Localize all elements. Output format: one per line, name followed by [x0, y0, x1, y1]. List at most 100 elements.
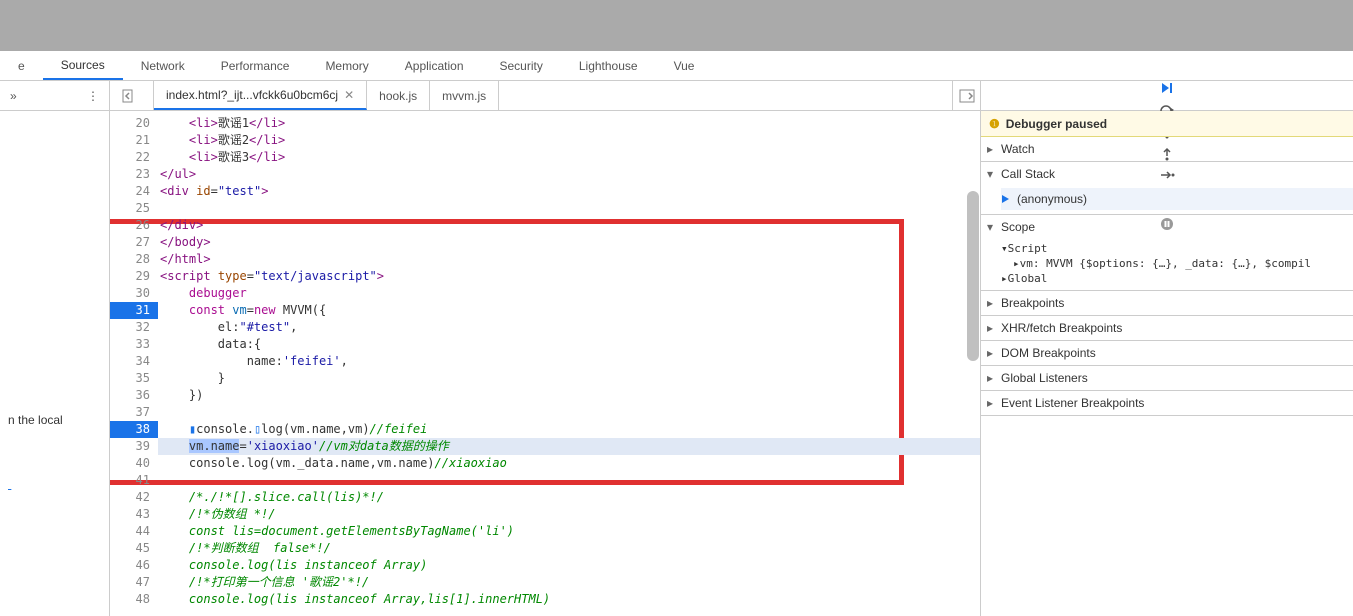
code-line[interactable]: </body> [158, 234, 980, 251]
code-line[interactable]: debugger [158, 285, 980, 302]
code-line[interactable]: } [158, 370, 980, 387]
code-line[interactable]: console.log(lis instanceof Array) [158, 557, 980, 574]
scope-vm-row[interactable]: ▸vm: MVVM {$options: {…}, _data: {…}, $c… [1001, 256, 1353, 271]
line-number[interactable]: 47 [110, 574, 158, 591]
line-number[interactable]: 25 [110, 200, 158, 217]
navigator-gutter: n the local [0, 111, 110, 616]
scope-global-header[interactable]: ▸Global [1001, 271, 1353, 286]
line-number[interactable]: 29 [110, 268, 158, 285]
more-icon[interactable]: ⋮ [87, 89, 99, 103]
current-frame-icon [1001, 194, 1011, 204]
line-number[interactable]: 36 [110, 387, 158, 404]
editor-tab-label: index.html?_ijt...vfckk6u0bcm6cj [166, 88, 338, 102]
line-number[interactable]: 30 [110, 285, 158, 302]
code-line[interactable] [158, 472, 980, 489]
line-number[interactable]: 35 [110, 370, 158, 387]
code-line[interactable]: console.log(vm._data.name,vm.name)//xiao… [158, 455, 980, 472]
code-line[interactable]: <div id="test"> [158, 183, 980, 200]
line-number[interactable]: 27 [110, 234, 158, 251]
devtools-panel-tabs: eSourcesNetworkPerformanceMemoryApplicat… [0, 51, 1353, 81]
call-frame[interactable]: (anonymous) [1001, 188, 1353, 210]
frame-name: (anonymous) [1017, 192, 1087, 206]
panel-tab-application[interactable]: Application [387, 51, 482, 80]
line-number[interactable]: 22 [110, 149, 158, 166]
line-number[interactable]: 40 [110, 455, 158, 472]
navigator-link[interactable] [8, 477, 101, 491]
line-number[interactable]: 46 [110, 557, 158, 574]
code-line[interactable]: <li>歌谣1</li> [158, 115, 980, 132]
dom-breakpoints-header[interactable]: ▸DOM Breakpoints [981, 341, 1353, 365]
code-line[interactable]: </div> [158, 217, 980, 234]
line-number[interactable]: 37 [110, 404, 158, 421]
code-line[interactable]: const vm=new MVVM({ [158, 302, 980, 319]
code-line[interactable]: <li>歌谣2</li> [158, 132, 980, 149]
line-number[interactable]: 43 [110, 506, 158, 523]
line-number[interactable]: 42 [110, 489, 158, 506]
global-listeners-label: Global Listeners [1001, 371, 1088, 385]
panel-tab-lighthouse[interactable]: Lighthouse [561, 51, 656, 80]
code-line[interactable]: /!*判断数组 false*!/ [158, 540, 980, 557]
line-number[interactable]: 21 [110, 132, 158, 149]
panel-tab-sources[interactable]: Sources [43, 51, 123, 80]
call-stack-header[interactable]: ▾Call Stack [981, 162, 1353, 186]
line-number[interactable]: 20 [110, 115, 158, 132]
line-number[interactable]: 34 [110, 353, 158, 370]
code-line[interactable]: /!*打印第一个信息 '歌谣2'*!/ [158, 574, 980, 591]
code-line[interactable]: <li>歌谣3</li> [158, 149, 980, 166]
code-line[interactable]: }) [158, 387, 980, 404]
line-number[interactable]: 26 [110, 217, 158, 234]
breakpoints-header[interactable]: ▸Breakpoints [981, 291, 1353, 315]
line-number[interactable]: 38 [110, 421, 158, 438]
code-line[interactable]: /*./!*[].slice.call(lis)*!/ [158, 489, 980, 506]
close-icon[interactable]: ✕ [344, 88, 354, 102]
resume-icon[interactable] [1157, 81, 1177, 95]
panel-tab-e[interactable]: e [0, 51, 43, 80]
chevrons-icon: » [10, 89, 17, 103]
code-editor[interactable]: 20 <li>歌谣1</li>21 <li>歌谣2</li>22 <li>歌谣3… [110, 111, 980, 616]
line-number[interactable]: 24 [110, 183, 158, 200]
toggle-screencast-icon[interactable] [952, 81, 980, 110]
code-line[interactable]: name:'feifei', [158, 353, 980, 370]
panel-tab-performance[interactable]: Performance [203, 51, 308, 80]
code-line[interactable]: </ul> [158, 166, 980, 183]
code-line[interactable] [158, 404, 980, 421]
editor-history-nav[interactable] [110, 81, 154, 110]
code-line[interactable]: <script type="text/javascript"> [158, 268, 980, 285]
line-number[interactable]: 33 [110, 336, 158, 353]
code-line[interactable]: /!*伪数组 *!/ [158, 506, 980, 523]
event-listener-header[interactable]: ▸Event Listener Breakpoints [981, 391, 1353, 415]
watch-section-header[interactable]: ▸Watch [981, 137, 1353, 161]
code-line[interactable]: console.log(lis instanceof Array,lis[1].… [158, 591, 980, 608]
line-number[interactable]: 39 [110, 438, 158, 455]
code-line[interactable]: vm.name='xiaoxiao'//vm对data数据的操作 [158, 438, 980, 455]
xhr-breakpoints-header[interactable]: ▸XHR/fetch Breakpoints [981, 316, 1353, 340]
panel-tab-vue[interactable]: Vue [656, 51, 713, 80]
code-line[interactable]: el:"#test", [158, 319, 980, 336]
code-line[interactable]: ▮console.▯log(vm.name,vm)//feifei [158, 421, 980, 438]
panel-tab-memory[interactable]: Memory [307, 51, 386, 80]
line-number[interactable]: 31 [110, 302, 158, 319]
file-navigator-collapsed[interactable]: » ⋮ [0, 81, 110, 110]
scope-header[interactable]: ▾Scope [981, 215, 1353, 239]
line-number[interactable]: 44 [110, 523, 158, 540]
line-number[interactable]: 41 [110, 472, 158, 489]
scrollbar-track[interactable] [966, 111, 980, 616]
code-line[interactable]: </html> [158, 251, 980, 268]
global-listeners-header[interactable]: ▸Global Listeners [981, 366, 1353, 390]
line-number[interactable]: 45 [110, 540, 158, 557]
line-number[interactable]: 48 [110, 591, 158, 608]
editor-tab[interactable]: mvvm.js [430, 81, 499, 110]
editor-tab-label: mvvm.js [442, 89, 486, 103]
line-number[interactable]: 32 [110, 319, 158, 336]
panel-tab-security[interactable]: Security [482, 51, 561, 80]
scrollbar-thumb[interactable] [967, 191, 979, 361]
editor-tab[interactable]: index.html?_ijt...vfckk6u0bcm6cj ✕ [154, 81, 367, 110]
line-number[interactable]: 23 [110, 166, 158, 183]
line-number[interactable]: 28 [110, 251, 158, 268]
code-line[interactable] [158, 200, 980, 217]
code-line[interactable]: const lis=document.getElementsByTagName(… [158, 523, 980, 540]
code-line[interactable]: data:{ [158, 336, 980, 353]
scope-script-header[interactable]: ▾Script [1001, 241, 1353, 256]
editor-tab[interactable]: hook.js [367, 81, 430, 110]
panel-tab-network[interactable]: Network [123, 51, 203, 80]
